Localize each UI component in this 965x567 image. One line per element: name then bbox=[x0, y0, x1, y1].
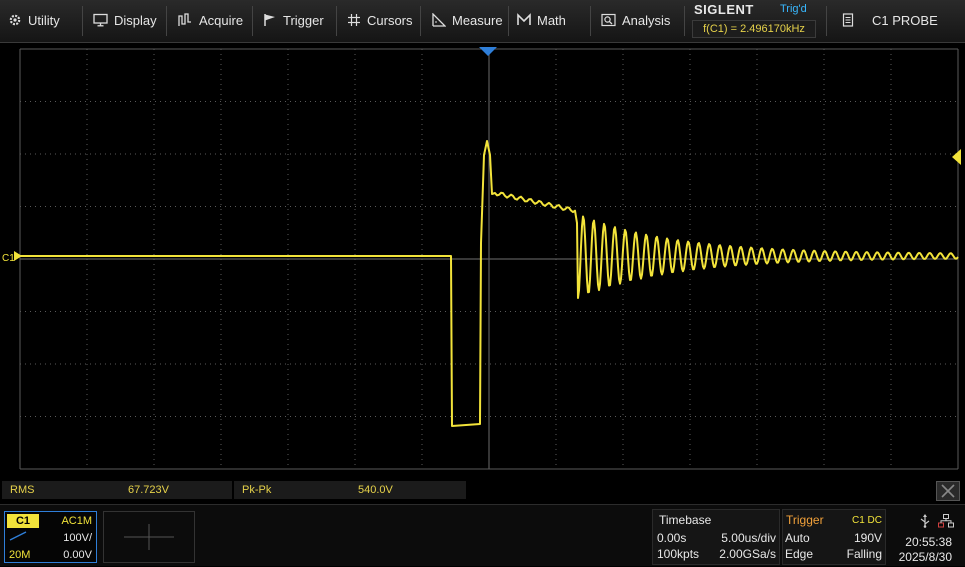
menu-math-label: Math bbox=[537, 12, 566, 28]
close-measurements-button[interactable] bbox=[936, 481, 960, 501]
trigger-level: 190V bbox=[853, 531, 882, 545]
menu-divider bbox=[166, 6, 167, 36]
trigger-source: C1 DC bbox=[851, 515, 882, 526]
measurement-value: 67.723V bbox=[128, 484, 169, 496]
channel1-bandwidth: 20M bbox=[9, 549, 31, 561]
monitor-icon bbox=[93, 13, 108, 27]
channel1-panel[interactable]: C1 AC1M 100V/ 20M 0.00V bbox=[4, 511, 97, 563]
measurement-pkpk[interactable]: Pk-Pk 540.0V bbox=[234, 481, 466, 499]
menu-utility[interactable]: Utility bbox=[8, 0, 60, 40]
channel1-coupling: AC1M bbox=[61, 515, 92, 527]
channel1-label: C1 bbox=[7, 514, 39, 528]
menu-probe[interactable]: C1 PROBE bbox=[842, 0, 938, 40]
flag-icon bbox=[264, 14, 275, 26]
channel1-offset: 0.00V bbox=[63, 549, 92, 561]
menu-probe-label: C1 PROBE bbox=[872, 12, 938, 28]
menu-acquire-label: Acquire bbox=[199, 12, 244, 28]
usb-icon bbox=[920, 514, 930, 528]
measurement-value: 540.0V bbox=[358, 484, 393, 496]
frequency-counter: f(C1) = 2.496170kHz bbox=[692, 20, 816, 38]
measurement-name: RMS bbox=[10, 484, 35, 496]
menu-divider bbox=[508, 6, 509, 36]
timebase-delay: 0.00s bbox=[657, 531, 687, 545]
timebase-panel[interactable]: Timebase 0.00s 5.00us/div 100kpts 2.00GS… bbox=[652, 509, 780, 565]
timebase-sample-rate: 2.00GSa/s bbox=[719, 547, 776, 561]
trigger-level-marker[interactable] bbox=[952, 149, 961, 165]
trigger-slope: Falling bbox=[846, 547, 882, 561]
menu-divider bbox=[684, 6, 685, 36]
document-icon bbox=[842, 13, 854, 27]
waveform-display[interactable]: C1 bbox=[0, 43, 965, 475]
clock-date: 2025/8/30 bbox=[898, 550, 952, 564]
measurement-name: Pk-Pk bbox=[242, 484, 272, 496]
menu-cursors-label: Cursors bbox=[367, 12, 413, 28]
network-icon bbox=[938, 514, 954, 528]
trigger-type: Edge bbox=[785, 547, 814, 561]
math-icon bbox=[517, 13, 531, 25]
empty-channel-slot[interactable] bbox=[103, 511, 195, 563]
cursors-icon bbox=[348, 14, 360, 26]
clock-area: 20:55:38 2025/8/30 bbox=[888, 509, 964, 565]
channel1-scale: 100V/ bbox=[63, 532, 92, 544]
menu-math[interactable]: Math bbox=[517, 0, 566, 40]
close-icon bbox=[941, 484, 955, 498]
timebase-memory: 100kpts bbox=[657, 547, 700, 561]
trigger-position-marker[interactable] bbox=[479, 47, 497, 56]
menu-measure[interactable]: Measure bbox=[432, 0, 503, 40]
menu-bar: Utility Display Acquire Trigger Cursors … bbox=[0, 0, 965, 43]
channel1-marker-label: C1 bbox=[2, 253, 15, 264]
clock-time: 20:55:38 bbox=[905, 535, 952, 549]
menu-divider bbox=[82, 6, 83, 36]
menu-divider bbox=[252, 6, 253, 36]
waveform-svg: C1 bbox=[2, 47, 961, 470]
menu-display-label: Display bbox=[114, 12, 157, 28]
menu-divider bbox=[336, 6, 337, 36]
slope-icon bbox=[9, 531, 27, 541]
menu-analysis-label: Analysis bbox=[622, 12, 671, 28]
menu-trigger-label: Trigger bbox=[283, 12, 324, 28]
analysis-icon bbox=[601, 13, 616, 27]
menu-divider bbox=[590, 6, 591, 36]
trigger-status: Trig'd bbox=[780, 3, 807, 15]
timebase-scale: 5.00us/div bbox=[721, 531, 776, 545]
trigger-title: Trigger bbox=[786, 513, 824, 527]
menu-trigger[interactable]: Trigger bbox=[263, 0, 324, 40]
status-bar: C1 AC1M 100V/ 20M 0.00V Timebase 0.00s 5… bbox=[0, 504, 965, 566]
menu-analysis[interactable]: Analysis bbox=[601, 0, 670, 40]
menu-display[interactable]: Display bbox=[93, 0, 157, 40]
trigger-mode: Auto bbox=[785, 531, 810, 545]
menu-acquire[interactable]: Acquire bbox=[178, 0, 243, 40]
menu-utility-label: Utility bbox=[28, 12, 60, 28]
measurement-rms[interactable]: RMS 67.723V bbox=[2, 481, 232, 499]
crosshair-icon bbox=[124, 524, 174, 550]
acquire-icon bbox=[178, 13, 191, 26]
menu-divider bbox=[826, 6, 827, 36]
measure-icon bbox=[432, 13, 446, 27]
menu-divider bbox=[420, 6, 421, 36]
brand-logo: SIGLENT bbox=[694, 2, 754, 17]
timebase-title: Timebase bbox=[659, 513, 712, 527]
measurement-bar: RMS 67.723V Pk-Pk 540.0V bbox=[0, 478, 965, 504]
gear-icon bbox=[9, 14, 21, 26]
menu-measure-label: Measure bbox=[452, 12, 503, 28]
menu-cursors[interactable]: Cursors bbox=[347, 0, 413, 40]
trigger-panel[interactable]: Trigger C1 DC Auto 190V Edge Falling bbox=[782, 509, 886, 565]
